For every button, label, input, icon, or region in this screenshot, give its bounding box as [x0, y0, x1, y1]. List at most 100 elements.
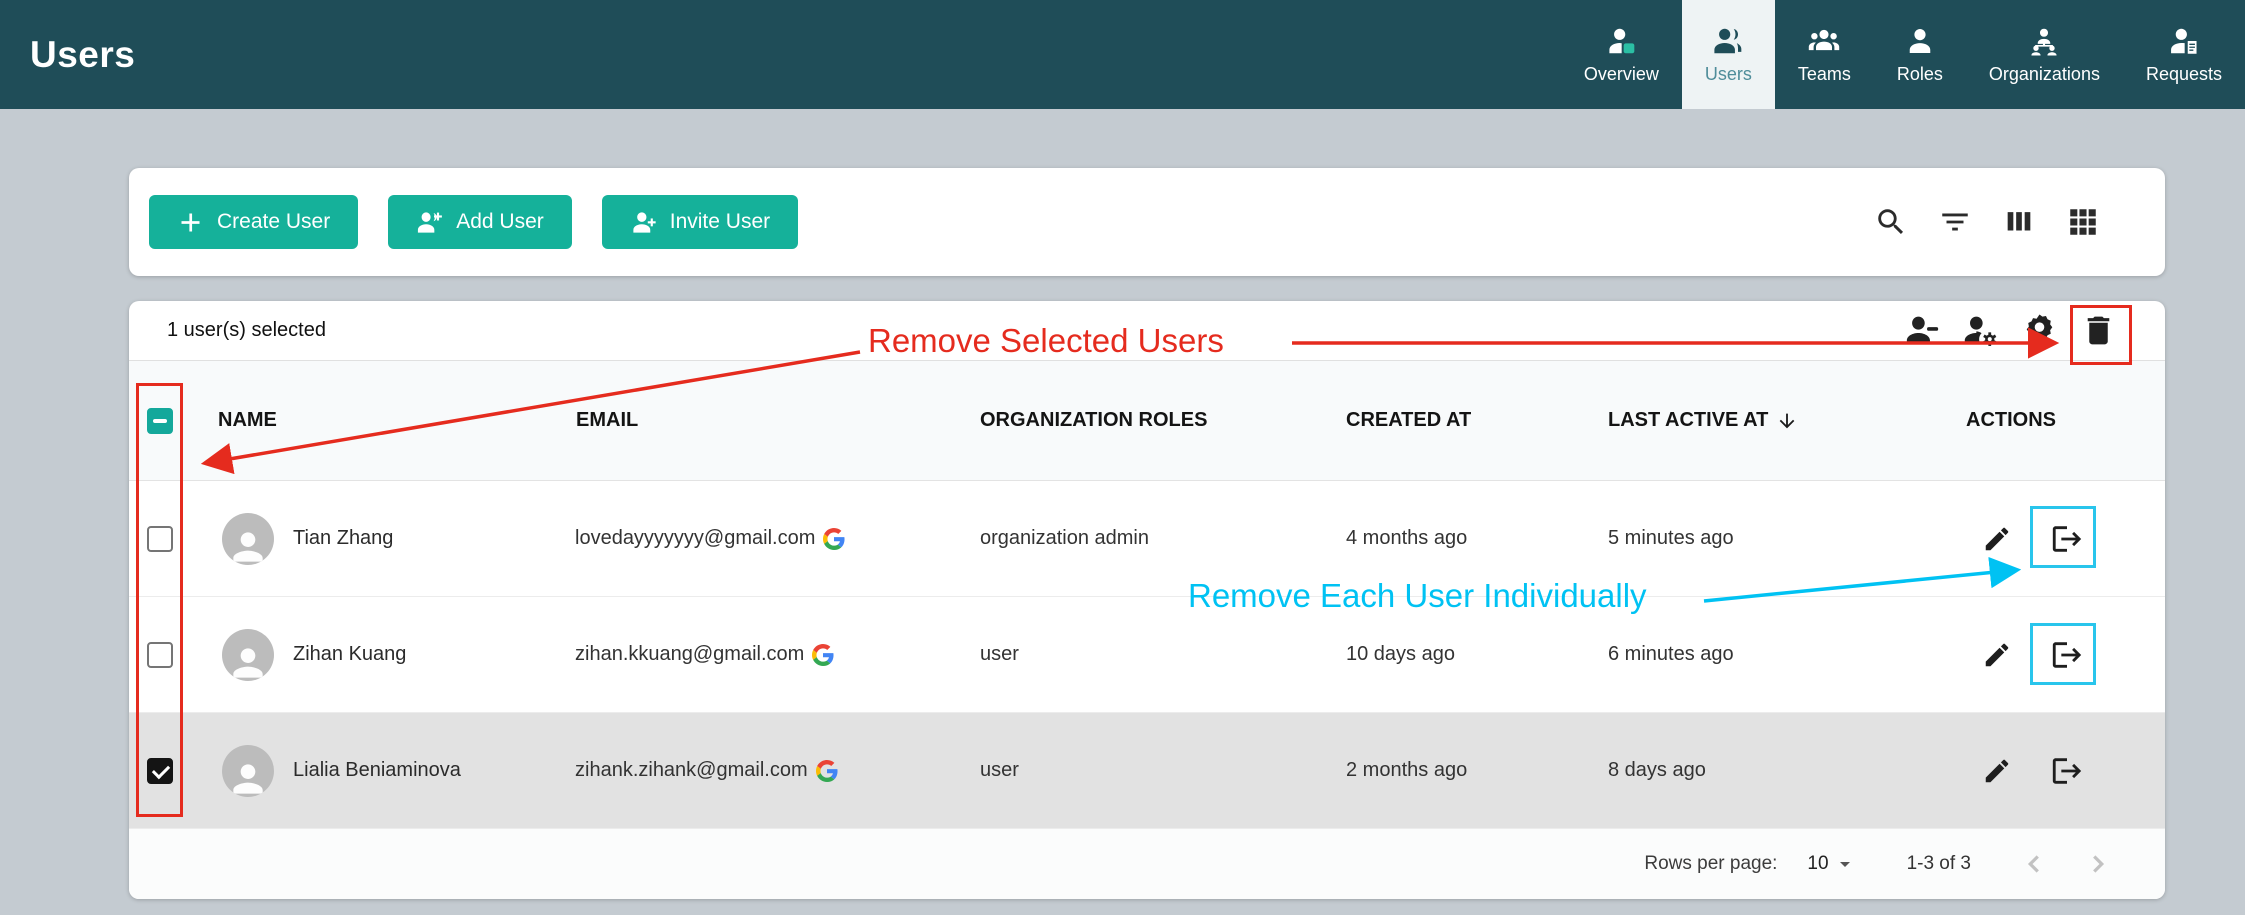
- column-header-actions: ACTIONS: [1957, 409, 2165, 432]
- nav-label: Roles: [1897, 64, 1943, 85]
- user-email: zihan.kkuang@gmail.com: [575, 643, 804, 666]
- create-user-label: Create User: [217, 210, 330, 234]
- invite-user-label: Invite User: [670, 210, 770, 234]
- search-icon[interactable]: [1874, 205, 1908, 239]
- remove-user-icon[interactable]: [2050, 638, 2084, 672]
- row-checkbox[interactable]: [147, 642, 173, 668]
- nav-item-teams[interactable]: Teams: [1775, 0, 1874, 109]
- header-checkbox-cell: [129, 408, 209, 434]
- nav-item-overview[interactable]: Overview: [1561, 0, 1682, 109]
- overview-person-badge-icon: [1605, 25, 1637, 57]
- delete-selected-users-icon[interactable]: [2080, 312, 2117, 349]
- selection-bar: 1 user(s) selected: [129, 301, 2165, 361]
- cell-org-role: user: [971, 759, 1337, 782]
- pagination-bar: Rows per page: 10 1-3 of 3: [129, 829, 2165, 899]
- row-checkbox[interactable]: [147, 758, 173, 784]
- top-bar: Users Overview Users Teams Roles Organiz…: [0, 0, 2245, 109]
- nav-item-organizations[interactable]: Organizations: [1966, 0, 2123, 109]
- grid-view-icon[interactable]: [2066, 205, 2100, 239]
- requests-person-document-icon: [2168, 25, 2200, 57]
- add-user-icon: [416, 209, 443, 236]
- column-header-org-roles[interactable]: ORGANIZATION ROLES: [971, 409, 1337, 432]
- cell-actions: [1957, 638, 2165, 672]
- selection-count-text: 1 user(s) selected: [167, 319, 326, 342]
- cell-created-at: 4 months ago: [1337, 527, 1599, 550]
- next-page-icon[interactable]: [2083, 849, 2113, 879]
- column-header-email[interactable]: EMAIL: [567, 409, 971, 432]
- nav-label: Teams: [1798, 64, 1851, 85]
- cell-email: zihan.kkuang@gmail.com: [567, 643, 971, 666]
- pager-controls: [2019, 849, 2113, 879]
- user-name: Zihan Kuang: [293, 643, 406, 666]
- plus-icon: [177, 209, 204, 236]
- nav-item-users[interactable]: Users: [1682, 0, 1775, 109]
- page-title: Users: [30, 34, 135, 76]
- add-user-button[interactable]: Add User: [388, 195, 572, 249]
- table-body: Tian Zhang lovedayyyyyyy@gmail.com organ…: [129, 481, 2165, 829]
- table-row[interactable]: Zihan Kuang zihan.kkuang@gmail.com user …: [129, 597, 2165, 713]
- select-all-checkbox[interactable]: [147, 408, 173, 434]
- pagination-range: 1-3 of 3: [1907, 853, 1971, 875]
- user-email: lovedayyyyyyy@gmail.com: [575, 527, 815, 550]
- users-people-icon: [1712, 25, 1744, 57]
- nav-label: Requests: [2146, 64, 2222, 85]
- remove-user-role-icon[interactable]: [1903, 312, 1940, 349]
- avatar: [222, 513, 274, 565]
- table-row[interactable]: Lialia Beniaminova zihank.zihank@gmail.c…: [129, 713, 2165, 829]
- cell-name: Tian Zhang: [209, 513, 567, 565]
- bulk-action-icons: [1903, 312, 2165, 349]
- row-checkbox-cell: [129, 642, 209, 668]
- sort-descending-icon[interactable]: [1776, 410, 1798, 432]
- cell-created-at: 2 months ago: [1337, 759, 1599, 782]
- cell-actions: [1957, 754, 2165, 788]
- google-icon: [823, 528, 845, 550]
- cell-org-role: user: [971, 643, 1337, 666]
- edit-user-icon[interactable]: [1982, 524, 2012, 554]
- row-checkbox-cell: [129, 758, 209, 784]
- previous-page-icon[interactable]: [2019, 849, 2049, 879]
- cell-actions: [1957, 522, 2165, 556]
- table-header-row: NAME EMAIL ORGANIZATION ROLES CREATED AT…: [129, 361, 2165, 481]
- organizations-hierarchy-icon: [2028, 25, 2060, 57]
- user-name: Tian Zhang: [293, 527, 393, 550]
- nav-item-roles[interactable]: Roles: [1874, 0, 1966, 109]
- table-row[interactable]: Tian Zhang lovedayyyyyyy@gmail.com organ…: [129, 481, 2165, 597]
- edit-user-icon[interactable]: [1982, 756, 2012, 786]
- users-admin-page: Users Overview Users Teams Roles Organiz…: [0, 0, 2245, 915]
- column-header-name[interactable]: NAME: [209, 409, 567, 432]
- filter-icon[interactable]: [1938, 205, 1972, 239]
- edit-user-icon[interactable]: [1982, 640, 2012, 670]
- columns-view-icon[interactable]: [2002, 205, 2036, 239]
- user-certification-icon[interactable]: [2021, 312, 2058, 349]
- cell-org-role: organization admin: [971, 527, 1337, 550]
- cell-created-at: 10 days ago: [1337, 643, 1599, 666]
- remove-user-icon[interactable]: [2050, 754, 2084, 788]
- person-icon: [226, 757, 270, 797]
- toolbar-card: Create User Add User Invite User: [129, 168, 2165, 276]
- create-user-button[interactable]: Create User: [149, 195, 358, 249]
- column-header-created-at[interactable]: CREATED AT: [1337, 409, 1599, 432]
- google-icon: [812, 644, 834, 666]
- row-checkbox[interactable]: [147, 526, 173, 552]
- avatar: [222, 629, 274, 681]
- invite-user-icon: [630, 209, 657, 236]
- rows-per-page-select[interactable]: 10: [1807, 852, 1856, 876]
- person-icon: [226, 525, 270, 565]
- cell-last-active: 6 minutes ago: [1599, 643, 1957, 666]
- person-icon: [226, 641, 270, 681]
- caret-down-icon: [1833, 852, 1857, 876]
- user-settings-icon[interactable]: [1962, 312, 1999, 349]
- column-header-last-active[interactable]: LAST ACTIVE AT: [1599, 409, 1957, 432]
- nav-label: Organizations: [1989, 64, 2100, 85]
- nav-label: Users: [1705, 64, 1752, 85]
- roles-person-icon: [1904, 25, 1936, 57]
- nav-item-requests[interactable]: Requests: [2123, 0, 2245, 109]
- cell-last-active: 8 days ago: [1599, 759, 1957, 782]
- cell-name: Zihan Kuang: [209, 629, 567, 681]
- nav-label: Overview: [1584, 64, 1659, 85]
- remove-user-icon[interactable]: [2050, 522, 2084, 556]
- rows-per-page-value: 10: [1807, 853, 1828, 875]
- invite-user-button[interactable]: Invite User: [602, 195, 798, 249]
- user-email: zihank.zihank@gmail.com: [575, 759, 808, 782]
- teams-group-icon: [1808, 25, 1840, 57]
